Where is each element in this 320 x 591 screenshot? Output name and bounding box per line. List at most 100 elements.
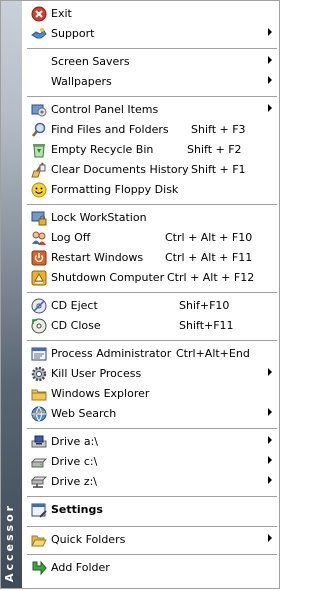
separator: [23, 92, 279, 100]
context-menu: Accessor Exit Support Screen Savers Wall…: [0, 0, 280, 589]
folder-icon: [31, 389, 47, 401]
floppy-drive-icon: [31, 435, 47, 448]
shortcut-label: Ctrl + Alt + F10: [165, 231, 253, 244]
menu-item-find-files[interactable]: Find Files and Folders Shift + F3: [23, 120, 279, 140]
submenu-arrow-icon: [268, 56, 272, 64]
users-icon: [32, 231, 46, 245]
menu-item-label: Exit: [51, 7, 72, 20]
separator: [23, 550, 279, 558]
menu-item-label: Drive a:\: [51, 435, 98, 448]
menu-item-label: CD Eject: [51, 299, 98, 312]
menu-item-label: Empty Recycle Bin: [51, 143, 154, 156]
menu-item-label: Shutdown Computer: [51, 271, 165, 284]
network-drive-icon: [31, 476, 47, 488]
separator: [23, 288, 279, 296]
menu-item-log-off[interactable]: Log Off Ctrl + Alt + F10: [23, 228, 279, 248]
submenu-arrow-icon: [268, 104, 272, 112]
menu-item-web-search[interactable]: Web Search: [23, 404, 279, 424]
menu-item-drive-z[interactable]: Drive z:\: [23, 472, 279, 492]
hard-drive-icon: [31, 458, 47, 468]
separator: [23, 200, 279, 208]
menu-item-label: Wallpapers: [51, 75, 112, 88]
menu-item-label: Support: [51, 27, 95, 40]
separator: [23, 424, 279, 432]
menu-item-label: Web Search: [51, 407, 117, 420]
separator: [23, 492, 279, 500]
menu-item-screen-savers[interactable]: Screen Savers: [23, 52, 279, 72]
menu-sidebar: Accessor: [1, 1, 22, 588]
menu-item-process-admin[interactable]: Process Administrator Ctrl+Alt+End: [23, 344, 279, 364]
cd-eject-icon: [31, 298, 47, 314]
menu-list: Exit Support Screen Savers Wallpapers Co…: [23, 1, 279, 578]
globe-icon: [31, 406, 47, 422]
magnifier-icon: [32, 122, 46, 137]
menu-item-label: Drive z:\: [51, 475, 98, 488]
shortcut-label: Shif+F10: [179, 299, 230, 312]
menu-item-control-panel[interactable]: Control Panel Items: [23, 100, 279, 120]
broom-icon: [31, 162, 46, 178]
sidebar-label: Accessor: [3, 502, 16, 582]
recycle-bin-icon: [33, 144, 45, 158]
menu-item-label: Log Off: [51, 231, 91, 244]
menu-item-label: Clear Documents History: [51, 163, 189, 176]
shortcut-label: Ctrl+Alt+End: [176, 347, 250, 360]
menu-item-windows-explorer[interactable]: Windows Explorer: [23, 384, 279, 404]
menu-item-label: Drive c:\: [51, 455, 98, 468]
open-folder-icon: [31, 535, 47, 547]
menu-item-clear-documents[interactable]: Clear Documents History Shift + F1: [23, 160, 279, 180]
menu-item-cd-close[interactable]: CD Close Shift+F11: [23, 316, 279, 336]
gear-icon: [31, 366, 47, 382]
cd-close-icon: [31, 318, 47, 334]
menu-item-cd-eject[interactable]: CD Eject Shif+F10: [23, 296, 279, 316]
smiley-icon: [31, 182, 47, 198]
exit-icon: [31, 6, 47, 22]
menu-item-label: Find Files and Folders: [51, 123, 169, 136]
separator: [23, 522, 279, 530]
shortcut-label: Shift + F1: [191, 163, 246, 176]
menu-item-kill-process[interactable]: Kill User Process: [23, 364, 279, 384]
menu-item-shutdown[interactable]: Shutdown Computer Ctrl + Alt + F12: [23, 268, 279, 288]
restart-icon: [31, 250, 47, 266]
menu-item-label: CD Close: [51, 319, 101, 332]
shortcut-label: Ctrl + Alt + F11: [165, 251, 253, 264]
menu-item-add-folder[interactable]: Add Folder: [23, 558, 279, 578]
separator: [23, 336, 279, 344]
shortcut-label: Shift+F11: [179, 319, 234, 332]
menu-item-label: Kill User Process: [51, 367, 142, 380]
submenu-arrow-icon: [268, 476, 272, 484]
submenu-arrow-icon: [268, 408, 272, 416]
menu-item-settings[interactable]: Settings: [23, 500, 279, 522]
submenu-arrow-icon: [268, 456, 272, 464]
add-arrow-icon: [32, 560, 47, 576]
menu-item-label: Settings: [51, 503, 103, 516]
submenu-arrow-icon: [268, 28, 272, 36]
menu-item-label: Screen Savers: [51, 55, 130, 68]
menu-item-lock-workstation[interactable]: Lock WorkStation: [23, 208, 279, 228]
submenu-arrow-icon: [268, 534, 272, 542]
menu-item-restart[interactable]: Restart Windows Ctrl + Alt + F11: [23, 248, 279, 268]
shortcut-label: Ctrl + Alt + F12: [167, 271, 255, 284]
separator: [23, 44, 279, 52]
submenu-arrow-icon: [268, 436, 272, 444]
control-panel-icon: [31, 104, 47, 117]
menu-item-label: Windows Explorer: [51, 387, 150, 400]
menu-item-exit[interactable]: Exit: [23, 4, 279, 24]
shortcut-label: Shift + F2: [187, 143, 242, 156]
menu-item-drive-c[interactable]: Drive c:\: [23, 452, 279, 472]
menu-item-support[interactable]: Support: [23, 24, 279, 44]
menu-item-wallpapers[interactable]: Wallpapers: [23, 72, 279, 92]
menu-item-empty-recycle-bin[interactable]: Empty Recycle Bin Shift + F2: [23, 140, 279, 160]
menu-item-drive-a[interactable]: Drive a:\: [23, 432, 279, 452]
shutdown-icon: [31, 270, 47, 286]
menu-item-label: Process Administrator: [51, 347, 172, 360]
menu-item-format-floppy[interactable]: Formatting Floppy Disk: [23, 180, 279, 200]
menu-item-label: Add Folder: [51, 561, 110, 574]
process-window-icon: [31, 347, 47, 361]
handshake-icon: [31, 28, 47, 39]
shortcut-label: Shift + F3: [191, 123, 246, 136]
menu-item-label: Control Panel Items: [51, 103, 159, 116]
menu-item-label: Lock WorkStation: [51, 211, 147, 224]
submenu-arrow-icon: [268, 76, 272, 84]
menu-item-label: Formatting Floppy Disk: [51, 183, 179, 196]
menu-item-quick-folders[interactable]: Quick Folders: [23, 530, 279, 550]
